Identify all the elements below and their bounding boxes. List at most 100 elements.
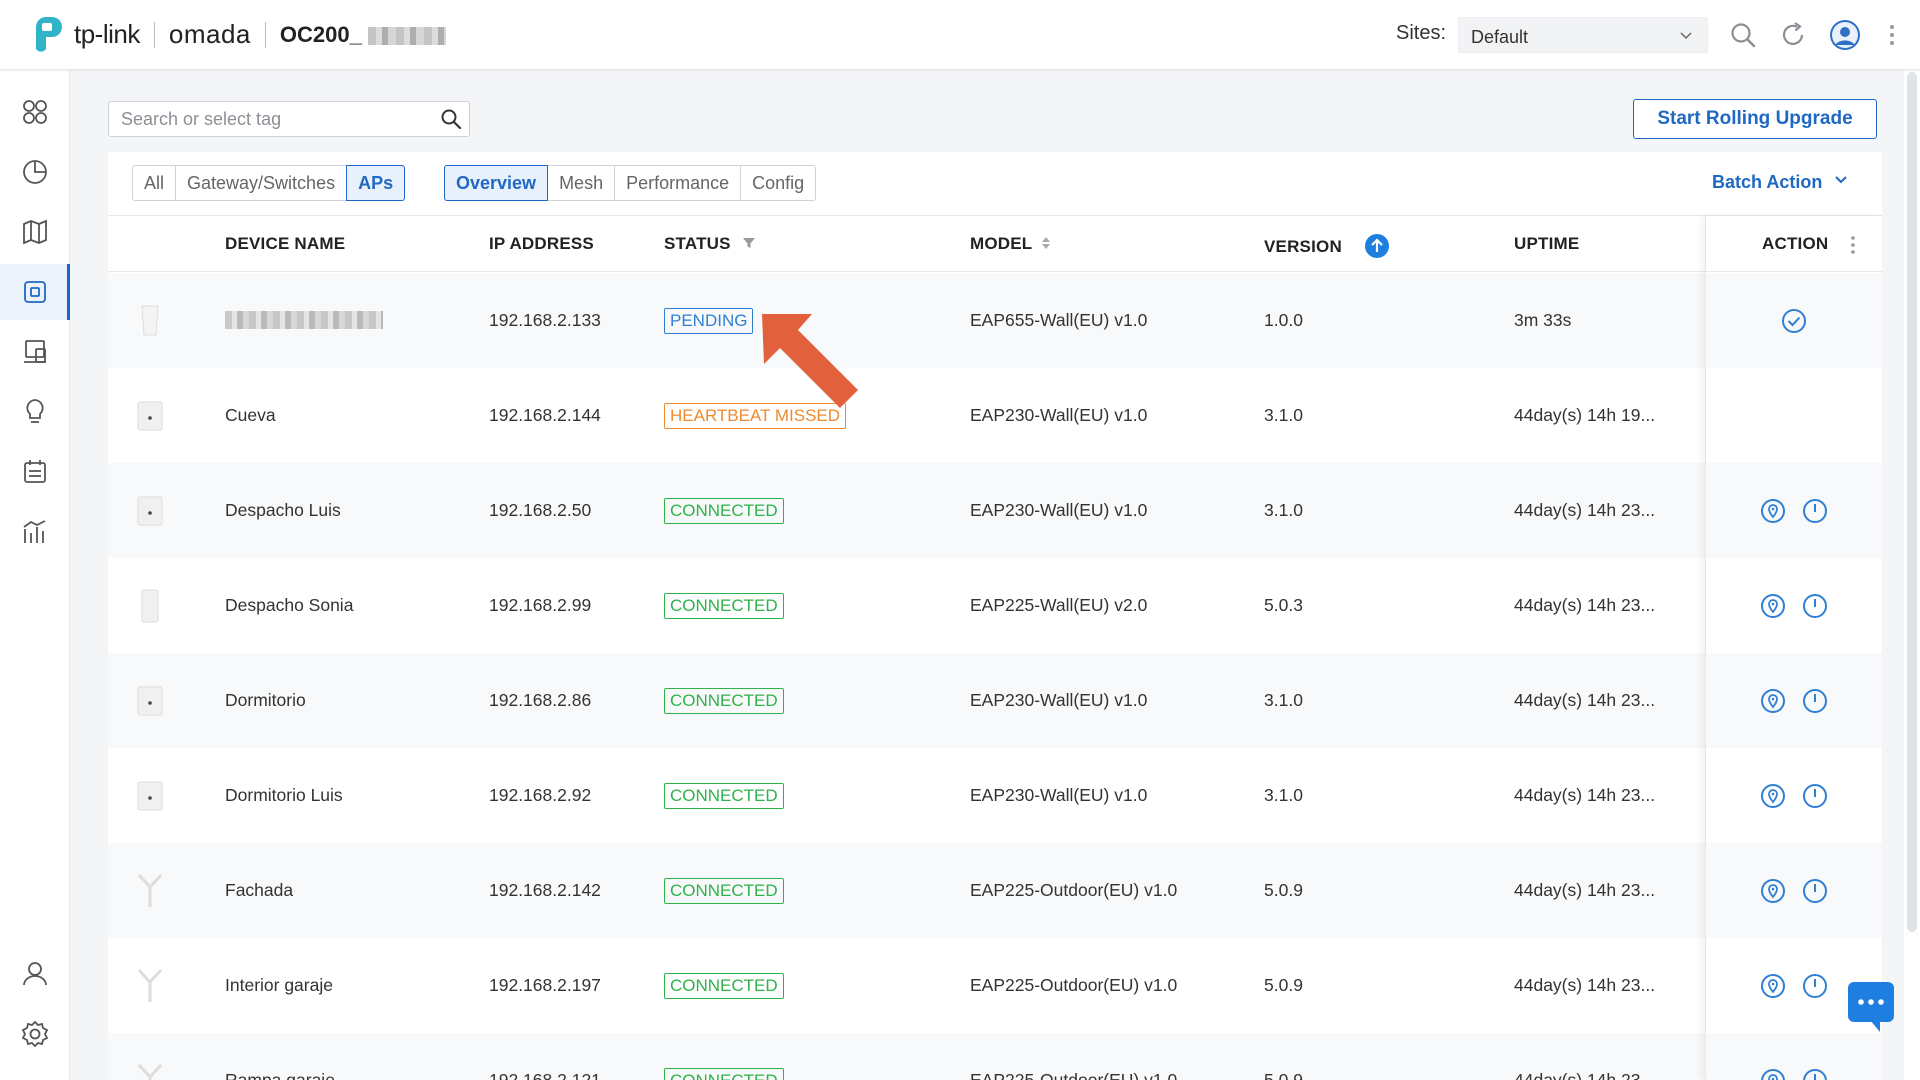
- filter-funnel-icon[interactable]: [742, 236, 756, 250]
- locate-pin-icon[interactable]: [1759, 592, 1787, 620]
- scrollbar-thumb[interactable]: [1907, 72, 1917, 932]
- user-avatar-icon[interactable]: [1829, 19, 1861, 51]
- header-separator: [153, 21, 155, 48]
- reboot-power-icon[interactable]: [1801, 877, 1829, 905]
- cell-ip: 192.168.2.50: [489, 500, 592, 520]
- sidebar-item-reports[interactable]: [0, 504, 70, 560]
- sidebar-item-dashboard[interactable]: [0, 84, 70, 140]
- sidebar-item-clients[interactable]: [0, 324, 70, 380]
- status-badge: CONNECTED: [664, 593, 784, 619]
- batch-action-dropdown[interactable]: Batch Action: [1712, 172, 1848, 193]
- sidebar-item-map[interactable]: [0, 204, 70, 260]
- cell-ip: 192.168.2.99: [489, 595, 592, 615]
- cell-uptime: 44day(s) 14h 23...: [1514, 1070, 1656, 1080]
- ap-wall-device-icon: [141, 589, 159, 623]
- reboot-power-icon[interactable]: [1801, 782, 1829, 810]
- site-select[interactable]: Default: [1458, 17, 1708, 53]
- cell-ip: 192.168.2.121: [489, 1070, 601, 1080]
- cell-device-name[interactable]: Fachada: [225, 880, 293, 901]
- search-icon[interactable]: [439, 107, 463, 131]
- cell-device-name[interactable]: Cueva: [225, 405, 276, 426]
- table-row[interactable]: Cueva 192.168.2.144 HEARTBEAT MISSED EAP…: [108, 368, 1882, 463]
- search-input[interactable]: [109, 102, 409, 136]
- header-ip-address[interactable]: IP ADDRESS: [489, 234, 594, 254]
- sidebar-item-devices[interactable]: [0, 264, 70, 320]
- sidebar-item-account[interactable]: [0, 946, 70, 1002]
- annotation-arrow-icon: [762, 314, 858, 408]
- cell-device-name[interactable]: Interior garaje: [225, 975, 333, 996]
- cell-version: 3.1.0: [1264, 500, 1303, 520]
- reboot-power-icon[interactable]: [1801, 972, 1829, 1000]
- adopt-check-icon[interactable]: [1780, 307, 1808, 335]
- table-row[interactable]: Despacho Luis 192.168.2.50 CONNECTED EAP…: [108, 463, 1882, 558]
- ap-wall-device-icon: [137, 686, 163, 716]
- reboot-power-icon[interactable]: [1801, 592, 1829, 620]
- cell-device-name[interactable]: Rampa garaje: [225, 1070, 335, 1080]
- cell-device-name[interactable]: Dormitorio Luis: [225, 785, 343, 806]
- table-row[interactable]: Fachada 192.168.2.142 CONNECTED EAP225-O…: [108, 843, 1882, 938]
- settings-gear-icon: [21, 1020, 49, 1048]
- ap-wall-device-icon: [137, 496, 163, 526]
- brand-name: tp-link: [74, 19, 140, 49]
- ap-outdoor-device-icon: [137, 873, 163, 907]
- tab-config[interactable]: Config: [740, 165, 817, 201]
- locate-pin-icon[interactable]: [1759, 497, 1787, 525]
- table-row[interactable]: Rampa garaje 192.168.2.121 CONNECTED EAP…: [108, 1033, 1882, 1080]
- header-model[interactable]: MODEL: [970, 234, 1051, 254]
- column-settings-icon[interactable]: [1848, 234, 1858, 256]
- tab-overview[interactable]: Overview: [444, 165, 549, 201]
- sort-icon[interactable]: [1041, 236, 1051, 250]
- cell-ip: 192.168.2.142: [489, 880, 601, 900]
- status-badge: CONNECTED: [664, 498, 784, 524]
- chat-support-button[interactable]: [1848, 982, 1894, 1032]
- reboot-power-icon[interactable]: [1801, 497, 1829, 525]
- cell-model: EAP225-Wall(EU) v2.0: [970, 595, 1148, 615]
- page-scrollbar[interactable]: [1904, 70, 1920, 1080]
- locate-pin-icon[interactable]: [1759, 782, 1787, 810]
- tab-performance[interactable]: Performance: [614, 165, 742, 201]
- header-status[interactable]: STATUS: [664, 234, 756, 254]
- refresh-icon[interactable]: [1778, 20, 1808, 50]
- locate-pin-icon[interactable]: [1759, 687, 1787, 715]
- ap-outdoor-device-icon: [137, 968, 163, 1002]
- cell-device-name[interactable]: Dormitorio: [225, 690, 306, 711]
- sidebar-item-logs[interactable]: [0, 444, 70, 500]
- table-row[interactable]: Dormitorio Luis 192.168.2.92 CONNECTED E…: [108, 748, 1882, 843]
- header-uptime[interactable]: UPTIME: [1514, 234, 1579, 254]
- cell-device-name[interactable]: Despacho Luis: [225, 500, 341, 521]
- cell-device-name[interactable]: Despacho Sonia: [225, 595, 353, 616]
- reports-chart-icon: [23, 520, 46, 543]
- cell-ip: 192.168.2.144: [489, 405, 601, 425]
- start-rolling-upgrade-button[interactable]: Start Rolling Upgrade: [1633, 99, 1877, 139]
- table-row[interactable]: Despacho Sonia 192.168.2.99 CONNECTED EA…: [108, 558, 1882, 653]
- chevron-down-icon: [1835, 176, 1848, 184]
- cell-ip: 192.168.2.197: [489, 975, 601, 995]
- table-row[interactable]: 192.168.2.133 PENDING EAP655-Wall(EU) v1…: [108, 273, 1882, 368]
- cell-uptime: 44day(s) 14h 23...: [1514, 785, 1656, 805]
- cell-version: 3.1.0: [1264, 690, 1303, 710]
- search-icon[interactable]: [1728, 20, 1758, 50]
- more-vertical-icon[interactable]: [1882, 20, 1902, 50]
- upgrade-arrow-icon[interactable]: [1364, 234, 1389, 258]
- filter-all[interactable]: All: [132, 165, 177, 201]
- cell-uptime: 44day(s) 14h 23...: [1514, 880, 1656, 900]
- reboot-power-icon[interactable]: [1801, 1067, 1829, 1080]
- locate-pin-icon[interactable]: [1759, 972, 1787, 1000]
- reboot-power-icon[interactable]: [1801, 687, 1829, 715]
- cell-model: EAP655-Wall(EU) v1.0: [970, 310, 1148, 330]
- statistics-pie-icon: [23, 160, 47, 184]
- cell-model: EAP225-Outdoor(EU) v1.0: [970, 975, 1178, 995]
- brand-logo: tp-link omada OC200_: [24, 13, 446, 57]
- sidebar-item-statistics[interactable]: [0, 144, 70, 200]
- table-row[interactable]: Interior garaje 192.168.2.197 CONNECTED …: [108, 938, 1882, 1033]
- table-row[interactable]: Dormitorio 192.168.2.86 CONNECTED EAP230…: [108, 653, 1882, 748]
- header-device-name[interactable]: DEVICE NAME: [225, 234, 345, 254]
- tab-mesh[interactable]: Mesh: [547, 165, 616, 201]
- filter-aps[interactable]: APs: [346, 165, 406, 201]
- filter-gateway-switches[interactable]: Gateway/Switches: [175, 165, 348, 201]
- sidebar-item-insights[interactable]: [0, 384, 70, 440]
- sidebar-item-settings[interactable]: [0, 1006, 70, 1062]
- locate-pin-icon[interactable]: [1759, 1067, 1787, 1080]
- locate-pin-icon[interactable]: [1759, 877, 1787, 905]
- header-version[interactable]: VERSION: [1264, 234, 1389, 258]
